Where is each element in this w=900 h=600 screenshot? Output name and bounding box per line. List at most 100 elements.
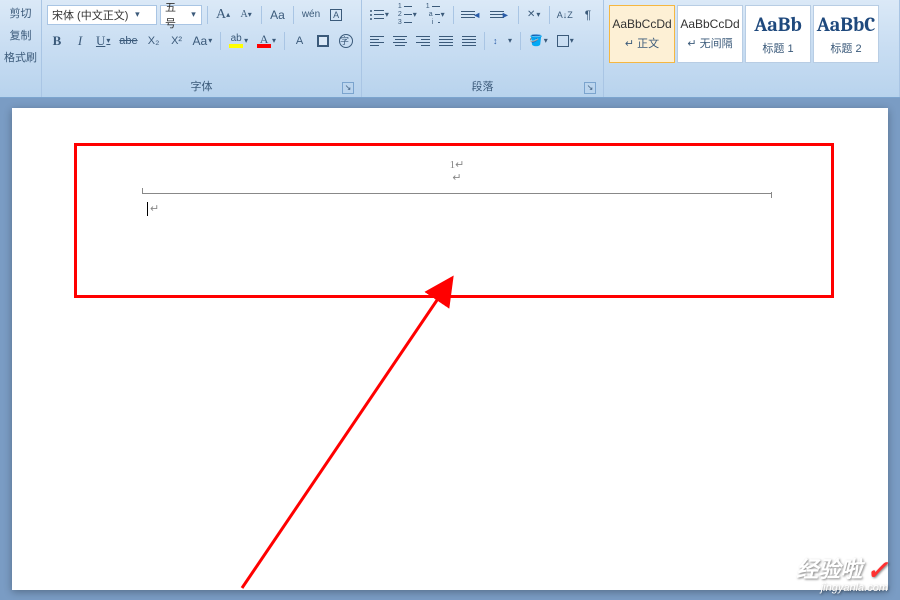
styles-gallery[interactable]: AaBbCcDd↵ 正文AaBbCcDd↵ 无间隔AaBb标题 1AaBbC标题… <box>609 3 894 63</box>
justify-button[interactable] <box>436 31 456 51</box>
char-shading-button[interactable] <box>313 31 333 51</box>
separator <box>293 6 294 24</box>
superscript-button[interactable]: X² <box>167 31 187 51</box>
style-item[interactable]: AaBb 标题 1 <box>745 5 811 63</box>
enclose-characters-button[interactable]: 字 <box>336 31 356 51</box>
sort-button[interactable]: A↓Z <box>555 5 575 25</box>
font-dialog-launcher[interactable]: ↘ <box>342 82 354 94</box>
justify-icon <box>439 36 453 46</box>
checkmark-icon: ✓ <box>866 557 888 583</box>
shading-icon <box>317 35 329 47</box>
separator <box>549 6 550 24</box>
decrease-indent-button[interactable]: ◄ <box>458 5 484 25</box>
copy-button[interactable]: 复制 <box>2 24 39 46</box>
chevron-down-icon: ▾ <box>188 9 199 20</box>
font-size-combo[interactable]: 五号 ▾ <box>160 5 202 25</box>
align-left-icon <box>370 36 384 46</box>
borders-button[interactable]: ▾ <box>554 31 577 51</box>
distributed-icon <box>462 36 476 46</box>
font-color-button[interactable]: A ▾ <box>254 31 279 51</box>
multilevel-list-button[interactable]: 1 a i ▾ <box>423 5 448 25</box>
paragraph-group-label: 段落 ↘ <box>367 76 598 96</box>
styles-group: AaBbCcDd↵ 正文AaBbCcDd↵ 无间隔AaBb标题 1AaBbC标题… <box>604 0 900 97</box>
style-item[interactable]: AaBbCcDd ↵ 无间隔 <box>677 5 743 63</box>
style-item[interactable]: AaBbCcDd↵ 正文 <box>609 5 675 63</box>
document-area: 1↵ ↵ ↵ <box>0 98 900 600</box>
borders-icon <box>557 35 569 47</box>
style-preview: AaBbC <box>817 13 876 36</box>
format-painter-button[interactable]: 格式刷 <box>2 46 39 68</box>
chevron-down-icon: ▾ <box>244 36 248 45</box>
paragraph-dialog-launcher[interactable]: ↘ <box>584 82 596 94</box>
separator <box>207 6 208 24</box>
separator <box>518 6 519 24</box>
chevron-down-icon: ▾ <box>385 10 389 19</box>
cut-button[interactable]: 剪切 <box>2 2 39 24</box>
bullets-icon <box>370 10 384 20</box>
font-name-value: 宋体 (中文正文) <box>52 7 128 23</box>
chevron-down-icon: ▾ <box>208 36 212 45</box>
clipboard-group: 剪切 复制 格式刷 <box>0 0 42 97</box>
numbering-button[interactable]: 1 2 3 ▾ <box>395 5 420 25</box>
align-right-icon <box>416 36 430 46</box>
watermark-text: 经验啦 <box>796 559 862 581</box>
separator <box>520 32 521 50</box>
font-group: 宋体 (中文正文) ▾ 五号 ▾ A▴ A▾ Aa wén A B I U▾ <box>42 0 362 97</box>
annotation-arrow <box>222 268 482 598</box>
style-item[interactable]: AaBbC 标题 2 <box>813 5 879 63</box>
chevron-down-icon: ▾ <box>441 10 445 19</box>
style-label: 标题 1 <box>762 40 793 56</box>
chevron-down-icon: ▾ <box>508 36 512 45</box>
bullets-button[interactable]: ▾ <box>367 5 392 25</box>
ribbon: 剪切 复制 格式刷 宋体 (中文正文) ▾ 五号 ▾ A▴ A▾ Aa wé <box>0 0 900 98</box>
document-page[interactable]: 1↵ ↵ ↵ <box>12 108 888 590</box>
separator <box>261 6 262 24</box>
increase-indent-button[interactable]: ► <box>487 5 513 25</box>
watermark: 经验啦 ✓ jingyanla.com <box>796 557 888 594</box>
font-group-label: 字体 ↘ <box>47 76 356 96</box>
chevron-down-icon: ▾ <box>536 10 540 19</box>
change-case-button[interactable]: Aa▾ <box>190 31 216 51</box>
asian-layout-button[interactable]: ✕▾ <box>524 5 544 25</box>
bold-button[interactable]: B <box>47 31 67 51</box>
font-name-combo[interactable]: 宋体 (中文正文) ▾ <box>47 5 157 25</box>
align-center-button[interactable] <box>390 31 410 51</box>
strikethrough-button[interactable]: abe <box>116 31 140 51</box>
grow-font-button[interactable]: A▴ <box>213 5 233 25</box>
phonetic-guide-button[interactable]: wén <box>299 5 323 25</box>
style-preview: AaBbCcDd <box>680 17 739 31</box>
align-center-icon <box>393 36 407 46</box>
style-preview: AaBbCcDd <box>612 17 671 31</box>
distributed-button[interactable] <box>459 31 479 51</box>
clear-formatting-button[interactable]: Aa <box>267 5 288 25</box>
chevron-down-icon: ▾ <box>544 36 548 45</box>
line-spacing-icon: ↕ <box>493 36 507 46</box>
paint-bucket-icon: 🪣 <box>529 34 543 47</box>
character-border-button[interactable]: A <box>326 5 346 25</box>
shading-button[interactable]: 🪣▾ <box>526 31 551 51</box>
separator <box>453 6 454 24</box>
multilevel-list-icon: 1 a i <box>426 4 440 26</box>
chevron-down-icon: ▾ <box>272 36 276 45</box>
shrink-font-button[interactable]: A▾ <box>236 5 256 25</box>
chevron-down-icon: ▾ <box>570 36 574 45</box>
align-left-button[interactable] <box>367 31 387 51</box>
highlight-icon: ab <box>229 34 243 48</box>
show-marks-button[interactable]: ¶ <box>578 5 598 25</box>
subscript-button[interactable]: X₂ <box>144 31 164 51</box>
underline-button[interactable]: U▾ <box>93 31 113 51</box>
italic-button[interactable]: I <box>70 31 90 51</box>
separator <box>484 32 485 50</box>
style-preview: AaBb <box>754 13 802 36</box>
separator <box>220 32 221 50</box>
highlight-button[interactable]: ab ▾ <box>226 31 251 51</box>
font-size-value: 五号 <box>165 0 185 31</box>
style-label: ↵ 无间隔 <box>687 35 732 51</box>
numbering-icon: 1 2 3 <box>398 4 412 26</box>
align-right-button[interactable] <box>413 31 433 51</box>
style-label: 标题 2 <box>830 40 861 56</box>
chevron-down-icon: ▾ <box>106 36 110 45</box>
character-scaling-button[interactable]: A <box>290 31 310 51</box>
line-spacing-button[interactable]: ↕▾ <box>490 31 515 51</box>
paragraph-group: ▾ 1 2 3 ▾ 1 a i ▾ <box>362 0 604 97</box>
